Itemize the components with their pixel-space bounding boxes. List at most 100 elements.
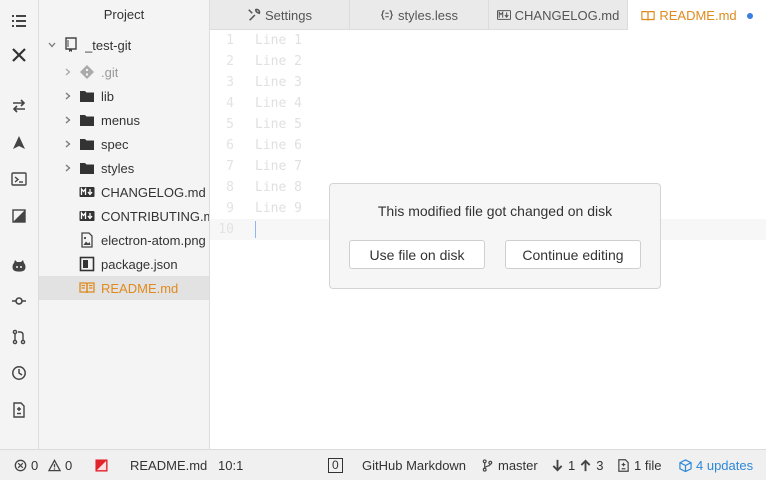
github-icon[interactable] xyxy=(0,253,38,279)
history-icon[interactable] xyxy=(0,360,38,386)
line-number: 6 xyxy=(226,138,234,153)
diff-file-icon[interactable] xyxy=(0,397,38,423)
tree-item-lib[interactable]: lib xyxy=(39,84,209,108)
tree-item-label: lib xyxy=(101,88,115,104)
status-file-name[interactable]: README.md xyxy=(130,450,207,480)
warning-count[interactable]: 0 xyxy=(48,450,72,480)
branch-label: master xyxy=(498,457,538,473)
warning-count-label: 0 xyxy=(65,457,73,473)
line-number: 5 xyxy=(226,117,234,132)
tree-item-git[interactable]: .git xyxy=(39,60,209,84)
behind-count: 1 xyxy=(568,457,576,473)
cursor-position[interactable]: 10:1 xyxy=(218,450,243,480)
toggle-tree-icon[interactable] xyxy=(0,8,38,34)
tree-item-electron-atom[interactable]: electron-atom.png xyxy=(39,228,209,252)
editor-line: 7 Line 7 xyxy=(210,156,766,177)
chevron-right-icon xyxy=(65,140,71,148)
editor-line: 4 Line 4 xyxy=(210,93,766,114)
file-code-icon xyxy=(381,10,393,20)
tab-bar: Settings styles.less CHANGELOG.md README… xyxy=(210,0,766,31)
line-number: 3 xyxy=(226,75,234,90)
tab-styles-less[interactable]: styles.less xyxy=(350,0,489,30)
line-text: Line 5 xyxy=(255,117,302,132)
changed-files-label: 1 file xyxy=(634,457,662,473)
git-compare-icon[interactable] xyxy=(0,93,38,119)
navigate-icon[interactable] xyxy=(0,130,38,156)
git-icon xyxy=(80,65,94,79)
chevron-right-icon xyxy=(65,92,71,100)
updates-label: 4 updates xyxy=(696,457,754,473)
pull-request-icon[interactable] xyxy=(0,324,38,350)
diff-icon xyxy=(618,458,629,472)
warning-icon xyxy=(48,458,61,471)
editor-line: 3 Line 3 xyxy=(210,72,766,93)
git-commit-icon[interactable] xyxy=(0,288,38,314)
tree-item-spec[interactable]: spec xyxy=(39,132,209,156)
line-number: 10 xyxy=(218,222,234,237)
line-text: Line 4 xyxy=(255,96,302,111)
continue-editing-button[interactable]: Continue editing xyxy=(505,240,641,269)
theme-icon[interactable] xyxy=(0,203,38,229)
use-file-on-disk-button[interactable]: Use file on disk xyxy=(349,240,485,269)
folder-icon xyxy=(80,139,94,150)
tree-item-menus[interactable]: menus xyxy=(39,108,209,132)
tree-root-item[interactable]: _test-git xyxy=(39,33,209,57)
grammar-selector[interactable]: GitHub Markdown xyxy=(362,450,466,480)
editor-line: 5 Line 5 xyxy=(210,114,766,135)
error-icon xyxy=(14,459,27,471)
tree-item-label: .git xyxy=(101,64,119,80)
folder-icon xyxy=(80,91,94,102)
chevron-right-icon xyxy=(65,164,71,172)
encoding-box: 0 xyxy=(328,457,343,473)
tree-item-label: CHANGELOG.md xyxy=(101,184,206,200)
branch-selector[interactable]: master xyxy=(481,450,538,480)
editor-line: 6 Line 6 xyxy=(210,135,766,156)
tree-item-contributing[interactable]: CONTRIBUTING.md xyxy=(39,204,209,228)
line-number: 4 xyxy=(226,96,234,111)
image-file-icon xyxy=(81,232,93,248)
close-icon[interactable] xyxy=(0,42,38,68)
tree-item-changelog[interactable]: CHANGELOG.md xyxy=(39,180,209,204)
tree-item-label: CONTRIBUTING.md xyxy=(101,208,209,224)
tree-root-label: _test-git xyxy=(85,37,132,53)
error-count[interactable]: 0 xyxy=(14,450,38,480)
folder-icon xyxy=(80,115,94,126)
line-text: Line 8 xyxy=(255,180,302,195)
dialog-message: This modified file got changed on disk xyxy=(377,203,613,219)
line-text: Line 3 xyxy=(255,75,302,90)
updates-indicator[interactable]: 4 updates xyxy=(679,450,753,480)
repo-icon xyxy=(65,37,77,52)
git-fetch-status[interactable]: 1 3 xyxy=(551,450,603,480)
book-icon xyxy=(641,10,656,20)
tree-item-package-json[interactable]: package.json xyxy=(39,252,209,276)
line-text: Line 1 xyxy=(255,33,302,48)
markdown-icon xyxy=(79,211,95,221)
error-square-icon xyxy=(95,458,108,472)
line-text: Line 7 xyxy=(255,159,302,174)
tree-view-title: Project xyxy=(103,7,145,22)
markdown-icon xyxy=(496,10,511,20)
arrow-down-icon xyxy=(552,459,563,471)
line-number: 2 xyxy=(226,54,234,69)
tree-item-readme[interactable]: README.md xyxy=(39,276,209,300)
tab-label: CHANGELOG.md xyxy=(514,7,620,23)
line-number: 8 xyxy=(226,180,234,195)
error-count-label: 0 xyxy=(31,457,39,473)
editor-line: 1 Line 1 xyxy=(210,30,766,51)
tab-settings[interactable]: Settings xyxy=(210,0,350,30)
tab-label: styles.less xyxy=(398,7,458,23)
chevron-right-icon xyxy=(65,68,71,76)
line-number: 7 xyxy=(226,159,234,174)
tab-readme[interactable]: README.md xyxy=(628,0,766,31)
book-icon xyxy=(79,282,95,294)
tab-changelog[interactable]: CHANGELOG.md xyxy=(489,0,628,30)
encoding-indicator[interactable]: 0 xyxy=(328,450,343,480)
linter-status-icon[interactable] xyxy=(95,450,108,480)
package-icon xyxy=(79,256,95,272)
tree-item-styles[interactable]: styles xyxy=(39,156,209,180)
changed-files[interactable]: 1 file xyxy=(617,450,661,480)
terminal-icon[interactable] xyxy=(0,166,38,192)
tab-label: README.md xyxy=(659,8,737,23)
ahead-count: 3 xyxy=(596,457,604,473)
status-bar: 0 0 README.md 10:1 0 GitHub Markdown mas… xyxy=(0,449,766,480)
